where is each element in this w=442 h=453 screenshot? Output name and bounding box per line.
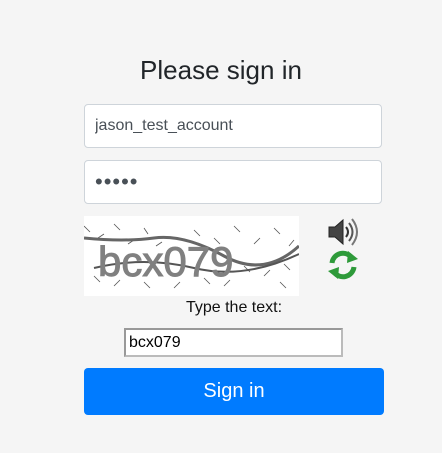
password-mask: ••••• (95, 169, 139, 194)
sign-in-button[interactable]: Sign in (84, 368, 384, 415)
captcha-prompt: Type the text: (185, 299, 283, 316)
speaker-icon (328, 218, 358, 246)
audio-captcha-button[interactable] (326, 217, 360, 247)
username-field[interactable] (84, 104, 382, 148)
captcha-input[interactable] (124, 328, 343, 357)
captcha-image: bcx079 (84, 216, 299, 296)
refresh-captcha-button[interactable] (326, 249, 360, 280)
refresh-icon (328, 250, 358, 280)
captcha-text: bcx079 (98, 238, 233, 285)
password-field[interactable]: ••••• (84, 160, 382, 204)
page-title: Please sign in (140, 55, 302, 85)
